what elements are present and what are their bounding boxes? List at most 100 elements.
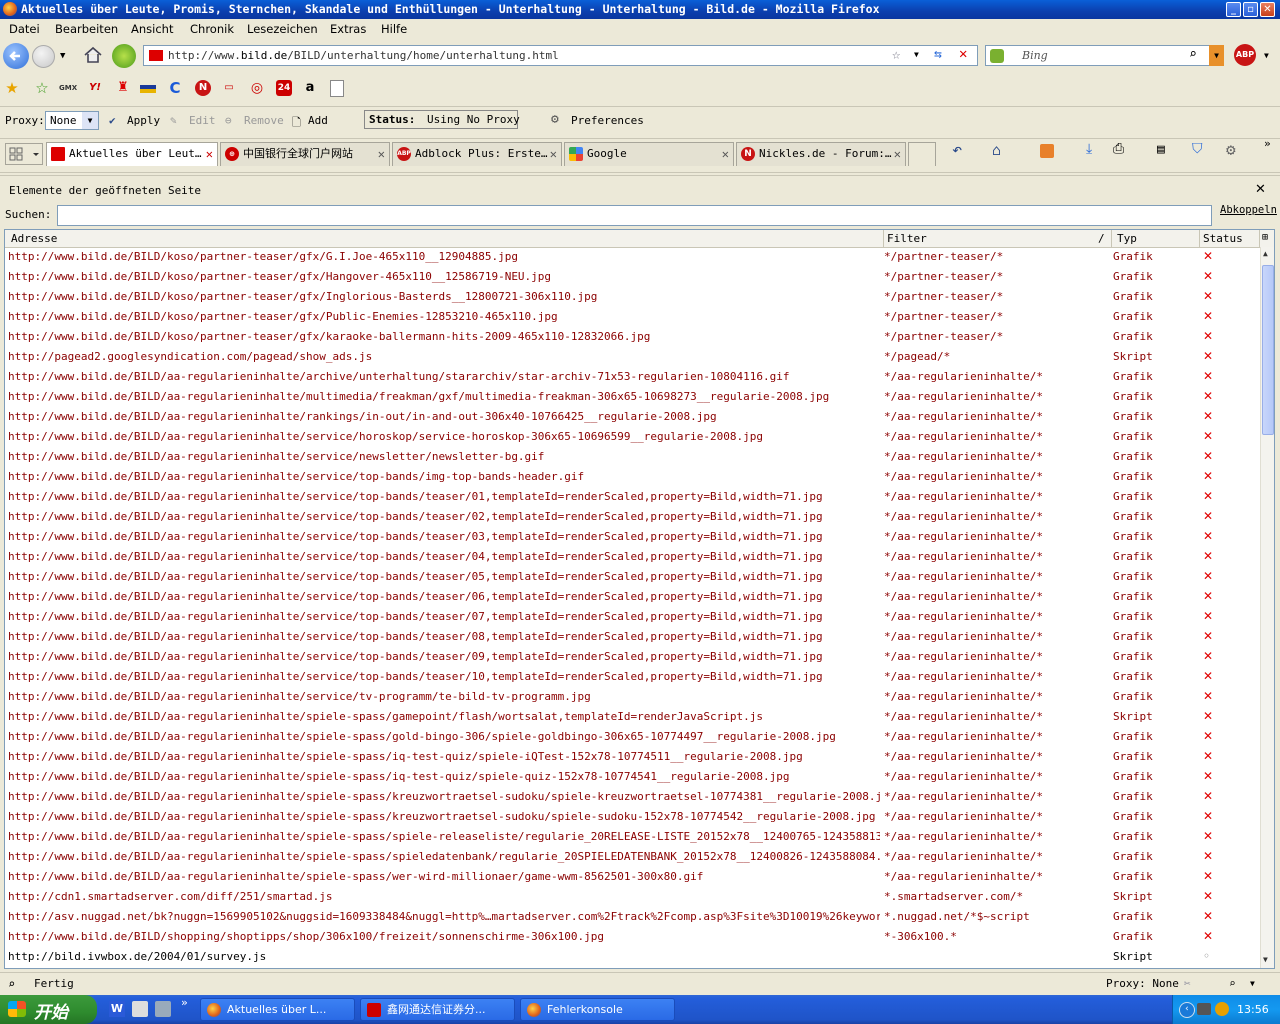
- search-input[interactable]: Bing: [1022, 49, 1048, 62]
- target-icon[interactable]: ◎: [249, 80, 265, 96]
- tray-expand-icon[interactable]: ‹: [1179, 1002, 1195, 1018]
- tab-google[interactable]: Google ✕: [564, 142, 734, 166]
- column-address[interactable]: Adresse: [11, 232, 57, 245]
- quicklaunch-chevron-icon[interactable]: »: [181, 996, 188, 1009]
- adblock-plus-icon[interactable]: ABP: [1234, 44, 1256, 66]
- table-row[interactable]: http://www.bild.de/BILD/aa-regularieninh…: [5, 367, 1260, 387]
- search-bar[interactable]: Bing ⌕: [985, 45, 1221, 66]
- start-button[interactable]: 开始: [0, 995, 97, 1024]
- table-row[interactable]: http://www.bild.de/BILD/aa-regularieninh…: [5, 507, 1260, 527]
- table-row[interactable]: http://www.bild.de/BILD/aa-regularieninh…: [5, 807, 1260, 827]
- flag-icon[interactable]: [140, 80, 156, 96]
- download-icon[interactable]: ⤓: [1086, 141, 1092, 157]
- app-quicklaunch-icon[interactable]: [155, 1001, 171, 1017]
- search-icon[interactable]: ⌕: [8, 977, 15, 991]
- table-row[interactable]: http://www.bild.de/BILD/aa-regularieninh…: [5, 787, 1260, 807]
- tab-nickles[interactable]: N Nickles.de - Forum:… ✕: [736, 142, 906, 166]
- table-row[interactable]: http://www.bild.de/BILD/aa-regularieninh…: [5, 747, 1260, 767]
- history-dropdown-icon[interactable]: ▼: [60, 51, 65, 61]
- reload-icon[interactable]: ⇆: [934, 47, 942, 62]
- table-row[interactable]: http://www.bild.de/BILD/koso/partner-tea…: [5, 287, 1260, 307]
- scroll-thumb[interactable]: [1262, 265, 1274, 435]
- table-row[interactable]: http://www.bild.de/BILD/aa-regularieninh…: [5, 627, 1260, 647]
- proxy-status[interactable]: Proxy: None: [1106, 977, 1179, 990]
- ticket-icon[interactable]: ▭: [221, 80, 237, 96]
- back-button[interactable]: [3, 43, 29, 69]
- close-window-button[interactable]: ✕: [1260, 2, 1275, 17]
- url-text[interactable]: http://www.bild.de/BILD/unterhaltung/hom…: [168, 49, 559, 62]
- zoom-icon[interactable]: ⌕: [1229, 977, 1236, 990]
- maximize-button[interactable]: ▫: [1243, 2, 1258, 17]
- tools-gear-icon[interactable]: ⚙: [1226, 140, 1236, 159]
- table-row[interactable]: http://www.bild.de/BILD/aa-regularieninh…: [5, 447, 1260, 467]
- menu-ansicht[interactable]: Ansicht: [131, 19, 173, 40]
- new-tab-button[interactable]: [908, 142, 936, 166]
- table-row[interactable]: http://pagead2.googlesyndication.com/pag…: [5, 347, 1260, 367]
- table-row[interactable]: http://www.bild.de/BILD/aa-regularieninh…: [5, 407, 1260, 427]
- c-icon[interactable]: C: [167, 80, 183, 96]
- tab-close-icon[interactable]: ✕: [378, 143, 385, 165]
- table-row[interactable]: http://www.bild.de/BILD/koso/partner-tea…: [5, 307, 1260, 327]
- add-button[interactable]: Add: [308, 114, 328, 127]
- table-row[interactable]: http://www.bild.de/BILD/aa-regularieninh…: [5, 587, 1260, 607]
- column-picker-icon[interactable]: ⊞: [1262, 232, 1268, 243]
- undo-icon[interactable]: ↶: [952, 140, 962, 160]
- taskbar-button-error-console[interactable]: Fehlerkonsole: [520, 998, 675, 1021]
- shield-icon[interactable]: ⛉: [1192, 141, 1203, 157]
- status-dropdown-icon[interactable]: ▼: [1250, 979, 1255, 988]
- table-row[interactable]: http://www.bild.de/BILD/aa-regularieninh…: [5, 527, 1260, 547]
- splitter[interactable]: [0, 170, 1280, 176]
- table-row[interactable]: http://www.bild.de/BILD/koso/partner-tea…: [5, 267, 1260, 287]
- menu-chronik[interactable]: Chronik: [190, 19, 234, 40]
- preferences-button[interactable]: Preferences: [571, 114, 644, 127]
- n-icon[interactable]: N: [195, 80, 211, 96]
- gmx-icon[interactable]: GMX: [59, 80, 77, 96]
- edit-button[interactable]: Edit: [189, 114, 216, 127]
- table-row[interactable]: http://www.bild.de/BILD/aa-regularieninh…: [5, 827, 1260, 847]
- table-row[interactable]: http://www.bild.de/BILD/aa-regularieninh…: [5, 647, 1260, 667]
- tab-list-button[interactable]: [5, 143, 43, 165]
- table-row[interactable]: http://www.bild.de/BILD/aa-regularieninh…: [5, 667, 1260, 687]
- overflow-chevron-icon[interactable]: »: [1264, 137, 1271, 150]
- minimize-button[interactable]: _: [1226, 2, 1241, 17]
- home-button[interactable]: [82, 44, 104, 66]
- window-title-bar[interactable]: Aktuelles über Leute, Promis, Sternchen,…: [0, 0, 1280, 19]
- tab-close-icon[interactable]: ✕: [206, 143, 213, 165]
- table-row[interactable]: http://www.bild.de/BILD/aa-regularieninh…: [5, 427, 1260, 447]
- tab-adblock-plus[interactable]: ABP Adblock Plus: Erste… ✕: [392, 142, 562, 166]
- table-row[interactable]: http://www.bild.de/BILD/aa-regularieninh…: [5, 687, 1260, 707]
- table-row[interactable]: http://www.bild.de/BILD/aa-regularieninh…: [5, 707, 1260, 727]
- column-divider[interactable]: [1199, 230, 1200, 247]
- network-icon[interactable]: [1197, 1003, 1211, 1015]
- column-divider[interactable]: [883, 230, 884, 247]
- home-small-icon[interactable]: ⌂: [992, 141, 1001, 159]
- table-row[interactable]: http://www.bild.de/BILD/aa-regularieninh…: [5, 607, 1260, 627]
- menu-lesezeichen[interactable]: Lesezeichen: [247, 19, 318, 40]
- tab-close-icon[interactable]: ✕: [550, 143, 557, 165]
- amazon-icon[interactable]: a: [302, 80, 318, 96]
- scroll-down-icon[interactable]: ▼: [1263, 955, 1268, 964]
- url-bar[interactable]: http://www.bild.de/BILD/unterhaltung/hom…: [143, 45, 978, 66]
- column-status[interactable]: Status: [1203, 232, 1243, 245]
- table-row[interactable]: http://www.bild.de/BILD/aa-regularieninh…: [5, 847, 1260, 867]
- volume-icon[interactable]: [1215, 1002, 1229, 1016]
- rss-icon[interactable]: [1040, 144, 1054, 158]
- table-row[interactable]: http://www.bild.de/BILD/aa-regularieninh…: [5, 567, 1260, 587]
- table-row[interactable]: http://www.bild.de/BILD/aa-regularieninh…: [5, 387, 1260, 407]
- word-icon[interactable]: W: [109, 1001, 125, 1017]
- table-row[interactable]: http://www.bild.de/BILD/aa-regularieninh…: [5, 767, 1260, 787]
- app-quicklaunch-icon[interactable]: [132, 1001, 148, 1017]
- table-row[interactable]: http://cdn1.smartadserver.com/diff/251/s…: [5, 887, 1260, 907]
- search-dropdown-icon[interactable]: ▼: [1209, 45, 1224, 66]
- table-row[interactable]: http://www.bild.de/BILD/aa-regularieninh…: [5, 467, 1260, 487]
- panel-close-icon[interactable]: ✕: [1255, 182, 1266, 197]
- menu-hilfe[interactable]: Hilfe: [381, 19, 407, 40]
- bookmarks-star-icon[interactable]: ★: [4, 80, 20, 96]
- add-bookmark-star-icon[interactable]: ☆: [34, 80, 50, 96]
- filter-search-input[interactable]: [57, 205, 1212, 226]
- scroll-up-icon[interactable]: ▲: [1263, 249, 1268, 258]
- stop-icon[interactable]: ✕: [959, 46, 967, 62]
- table-row[interactable]: http://www.bild.de/BILD/koso/partner-tea…: [5, 327, 1260, 347]
- table-row[interactable]: http://www.bild.de/BILD/shopping/shoptip…: [5, 927, 1260, 947]
- detach-link[interactable]: Abkoppeln: [1220, 204, 1277, 216]
